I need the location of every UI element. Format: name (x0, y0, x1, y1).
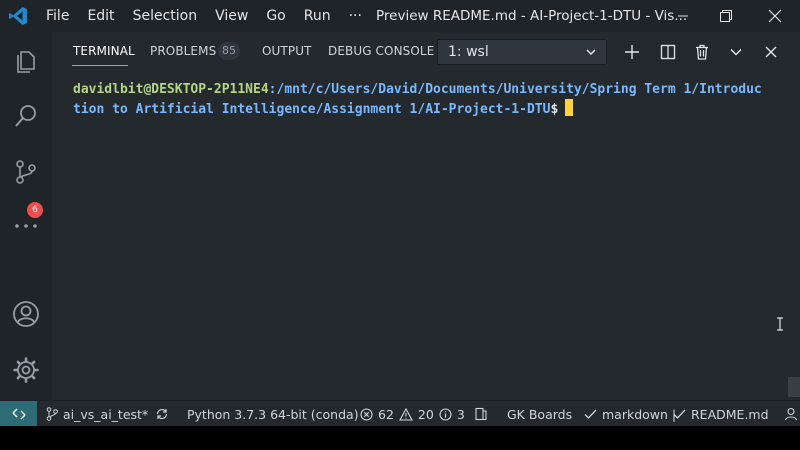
vscode-logo-icon (0, 0, 36, 32)
git-branch-icon (46, 407, 58, 421)
menu-view[interactable]: View (206, 0, 257, 32)
kill-terminal-button[interactable] (690, 40, 714, 64)
terminal-instance-select[interactable]: 1: wsl (437, 39, 607, 65)
more-actions-icon[interactable] (0, 202, 52, 250)
gk-boards-label: GK Boards (507, 406, 573, 422)
activity-bar: 6 (0, 32, 52, 400)
warning-icon (398, 407, 413, 421)
explorer-icon[interactable] (0, 36, 52, 84)
menu-file[interactable]: File (36, 0, 78, 32)
search-icon[interactable] (0, 92, 52, 140)
scrollbar-thumb[interactable] (788, 377, 800, 397)
warning-count: 20 (417, 406, 434, 422)
markdown-lint-status[interactable]: markdown | (584, 401, 676, 427)
chevron-down-icon (586, 49, 596, 56)
info-count: 3 (456, 406, 465, 422)
terminal-path: :/mnt/c/Users/David/Documents/University… (268, 82, 762, 97)
tab-output[interactable]: OUTPUT (262, 44, 312, 58)
sync-button[interactable] (155, 401, 174, 427)
close-panel-button[interactable] (759, 40, 783, 64)
gitkraken-button[interactable] (474, 401, 493, 427)
tab-debug-console[interactable]: DEBUG CONSOLE (328, 44, 434, 58)
markdown-label: markdown | (602, 406, 677, 422)
minimize-button[interactable] (660, 0, 706, 32)
gk-boards-button[interactable]: GK Boards (507, 401, 572, 427)
terminal-cursor (565, 99, 574, 116)
readme-label: README.md (691, 406, 769, 422)
branch-status[interactable]: ai_vs_ai_test* (46, 401, 148, 427)
accounts-icon[interactable] (0, 290, 52, 338)
split-terminal-button[interactable] (656, 40, 680, 64)
title-bar: File Edit Selection View Go Run ··· Prev… (0, 0, 800, 32)
close-window-button[interactable] (752, 0, 798, 32)
problems-count-badge: 85 (218, 42, 240, 60)
info-icon (439, 407, 452, 421)
split-icon (660, 44, 676, 60)
menu-go[interactable]: Go (257, 0, 294, 32)
live-share-button[interactable] (784, 401, 800, 427)
terminal-prompt: $ (550, 102, 559, 117)
gitkraken-icon (475, 407, 487, 421)
trash-icon (696, 44, 708, 60)
menu-edit[interactable]: Edit (78, 0, 123, 32)
menu-selection[interactable]: Selection (124, 0, 207, 32)
remote-indicator-button[interactable] (0, 401, 37, 427)
restore-button[interactable] (703, 0, 749, 32)
terminal-user-host: davidlbit@DESKTOP-2P11NE4 (73, 82, 269, 97)
check-icon (673, 409, 686, 419)
branch-name: ai_vs_ai_test* (63, 406, 149, 422)
python-interpreter-label: Python 3.7.3 64-bit (conda) (187, 406, 359, 422)
panel-header: TERMINAL PROBLEMS 85 OUTPUT DEBUG CONSOL… (52, 32, 800, 70)
terminal-output[interactable]: davidlbit@DESKTOP-2P11NE4:/mnt/c/Users/D… (73, 80, 783, 119)
readme-status[interactable]: README.md (673, 401, 769, 427)
terminal-instance-label: 1: wsl (448, 44, 489, 60)
status-bar: ai_vs_ai_test* Python 3.7.3 64-bit (cond… (0, 400, 800, 427)
active-tab-indicator (72, 65, 128, 66)
plus-icon (625, 45, 639, 59)
terminal-path-cont: tion to Artificial Intelligence/Assignme… (73, 102, 551, 117)
menu-more[interactable]: ··· (340, 0, 371, 32)
text-cursor-icon (777, 317, 783, 331)
remote-icon (12, 408, 25, 420)
screen-bottom-edge (0, 426, 800, 450)
maximize-panel-button[interactable] (724, 40, 748, 64)
sync-icon (156, 408, 168, 420)
chevron-down-icon (730, 48, 742, 56)
problems-status[interactable]: 62 20 3 (360, 401, 465, 427)
terminal-panel: TERMINAL PROBLEMS 85 OUTPUT DEBUG CONSOL… (52, 32, 800, 400)
source-control-icon[interactable] (0, 148, 52, 196)
error-icon (360, 407, 373, 421)
check-icon (584, 409, 597, 419)
menu-run[interactable]: Run (295, 0, 340, 32)
close-icon (765, 46, 777, 58)
window-title: Preview README.md - AI-Project-1-DTU - V… (376, 8, 688, 24)
new-terminal-button[interactable] (620, 40, 644, 64)
python-interpreter[interactable]: Python 3.7.3 64-bit (conda) (187, 401, 359, 427)
error-count: 62 (378, 406, 394, 422)
tab-problems[interactable]: PROBLEMS (150, 44, 216, 58)
person-icon (784, 407, 798, 421)
tab-terminal[interactable]: TERMINAL (73, 44, 135, 58)
settings-gear-icon[interactable] (0, 346, 52, 394)
